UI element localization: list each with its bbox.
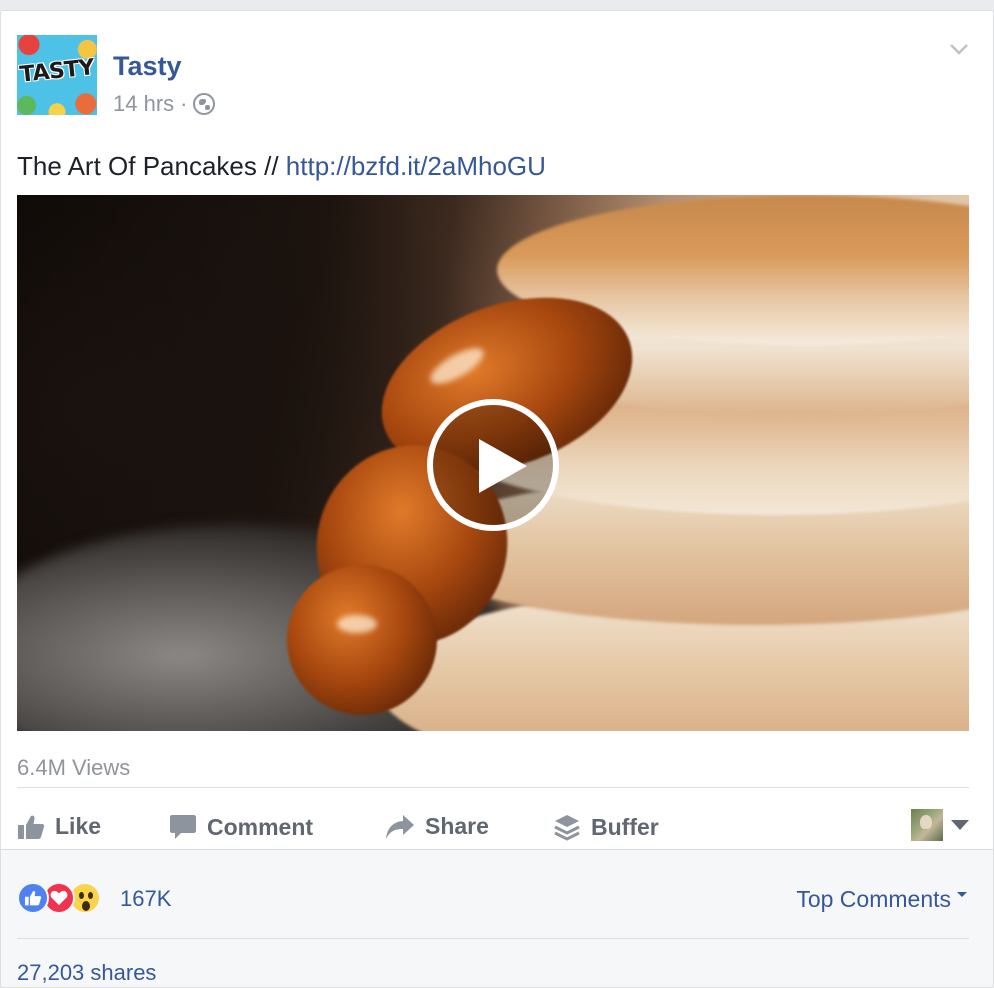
play-button[interactable] [427,399,559,531]
syrup-highlight [337,615,377,633]
buffer-icon [554,815,580,841]
post-meta: 14 hrs · [113,91,216,117]
video-view-count: 6.4M Views [17,755,131,780]
like-label: Like [55,813,102,839]
comment-icon [170,815,196,839]
reaction-icons[interactable] [17,882,101,914]
like-reaction-icon [17,882,49,914]
share-arrow-icon [386,814,414,839]
post-message: The Art Of Pancakes // [17,151,279,181]
post-text: The Art Of Pancakes // http://bzfd.it/2a… [17,151,546,182]
like-button[interactable]: Like [17,813,101,840]
caret-down-icon [957,892,967,897]
comment-sort-label: Top Comments [796,886,951,912]
meta-separator: · [180,91,188,116]
post-link[interactable]: http://bzfd.it/2aMhoGU [286,151,546,181]
share-count[interactable]: 27,203 shares [17,960,156,986]
user-avatar [911,809,943,841]
share-button[interactable]: Share [385,813,489,840]
post-card: TASTY Tasty 14 hrs · The Art Of Pancakes… [0,10,994,988]
buffer-button[interactable]: Buffer [553,813,659,841]
chevron-down-icon[interactable] [949,39,969,59]
divider [17,938,969,939]
comment-sort-dropdown[interactable]: Top Comments [796,886,967,913]
thumbs-up-icon [18,815,45,839]
video-player[interactable] [17,195,969,731]
reaction-count[interactable]: 167K [120,886,171,912]
syrup-drip [287,565,437,715]
audience-selector[interactable] [911,809,969,841]
tasty-logo: TASTY [18,55,96,88]
comment-button[interactable]: Comment [169,813,313,841]
comment-label: Comment [207,813,314,840]
globe-icon[interactable] [193,93,216,115]
page-name-link[interactable]: Tasty [113,51,182,82]
post-timestamp[interactable]: 14 hrs [113,91,174,117]
share-label: Share [425,813,489,839]
reactions-section: 167K Top Comments 27,203 shares [1,849,993,987]
action-bar: Like Comment Share Buffer [17,803,969,849]
page-avatar[interactable]: TASTY [17,35,97,115]
buffer-label: Buffer [591,813,659,840]
caret-down-icon [951,820,969,830]
play-icon [479,439,527,493]
divider [17,787,969,788]
